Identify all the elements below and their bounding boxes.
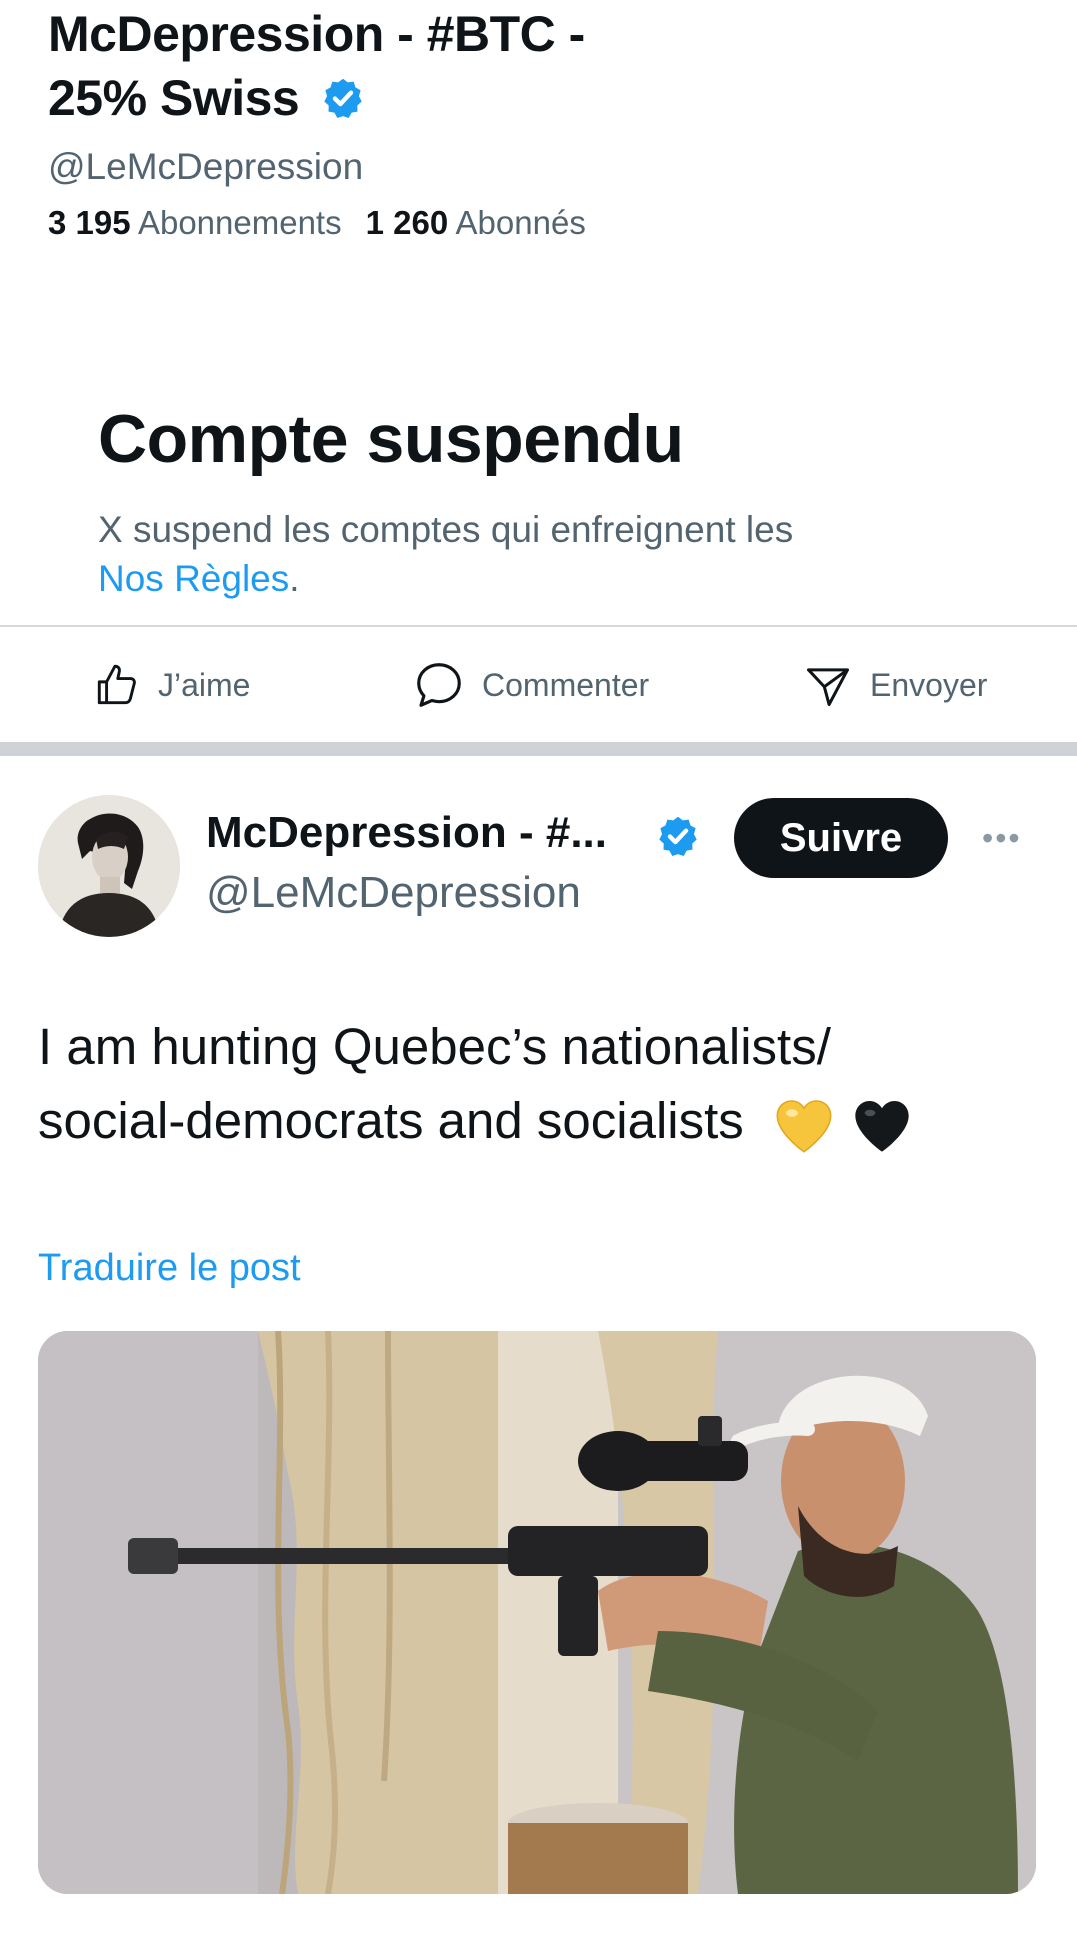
verified-badge-icon	[323, 78, 362, 118]
following-count: 3 195	[48, 204, 131, 241]
post-author-handle[interactable]: @LeMcDepression	[206, 868, 581, 918]
black-heart-icon	[855, 1100, 909, 1152]
comment-button[interactable]: Commenter	[412, 658, 649, 712]
translate-post-link[interactable]: Traduire le post	[38, 1247, 301, 1290]
media-illustration	[38, 1331, 1036, 1894]
profile-display-name: McDepression - #BTC - 25% Swiss	[48, 2, 748, 130]
thumbs-up-icon	[97, 664, 136, 705]
profile-name-line1: McDepression - #BTC -	[48, 6, 585, 62]
comment-label: Commenter	[482, 666, 650, 703]
followers-label: Abonnés	[455, 204, 586, 241]
post-media-image[interactable]	[38, 1331, 1036, 1894]
suspension-text-block: X suspend les comptes qui enfreignent le…	[98, 505, 898, 603]
send-icon	[806, 668, 850, 707]
rules-link[interactable]: Nos Règles	[98, 558, 289, 599]
post-text: I am hunting Quebec’s nationalists/ soci…	[38, 1010, 1038, 1158]
post-author-name[interactable]: McDepression - #...	[206, 808, 607, 858]
following-link[interactable]: 3 195 Abonnements	[48, 204, 342, 241]
suspension-link-row: Nos Règles.	[98, 554, 898, 603]
suspension-title: Compte suspendu	[98, 401, 684, 477]
follow-stats: 3 195 Abonnements 1 260 Abonnés	[48, 204, 586, 242]
follow-button[interactable]: Suivre	[734, 798, 948, 878]
more-options-icon[interactable]: •••	[982, 820, 1022, 857]
profile-name-line2-row: 25% Swiss	[48, 66, 748, 130]
avatar[interactable]	[38, 795, 180, 937]
profile-handle: @LeMcDepression	[48, 146, 364, 187]
like-label: J’aime	[158, 666, 251, 703]
following-label: Abonnements	[137, 204, 342, 241]
followers-count: 1 260	[365, 204, 449, 241]
suspension-period: .	[289, 558, 300, 599]
yellow-heart-icon	[776, 1099, 832, 1153]
section-separator	[0, 742, 1077, 756]
like-button[interactable]: J’aime	[92, 658, 250, 712]
post-text-line2: social-democrats and socialists	[38, 1092, 744, 1149]
comment-bubble-icon	[417, 663, 461, 707]
post-text-line2-row: social-democrats and socialists	[38, 1084, 1038, 1158]
avatar-image	[38, 795, 180, 937]
post-text-line1: I am hunting Quebec’s nationalists/	[38, 1018, 831, 1075]
followers-link[interactable]: 1 260 Abonnés	[366, 204, 586, 241]
suspension-text: X suspend les comptes qui enfreignent le…	[98, 509, 794, 550]
send-label: Envoyer	[870, 666, 988, 703]
verified-badge-icon	[659, 816, 697, 856]
profile-name-line2: 25% Swiss	[48, 70, 300, 126]
send-button[interactable]: Envoyer	[802, 658, 987, 712]
divider	[0, 625, 1077, 627]
